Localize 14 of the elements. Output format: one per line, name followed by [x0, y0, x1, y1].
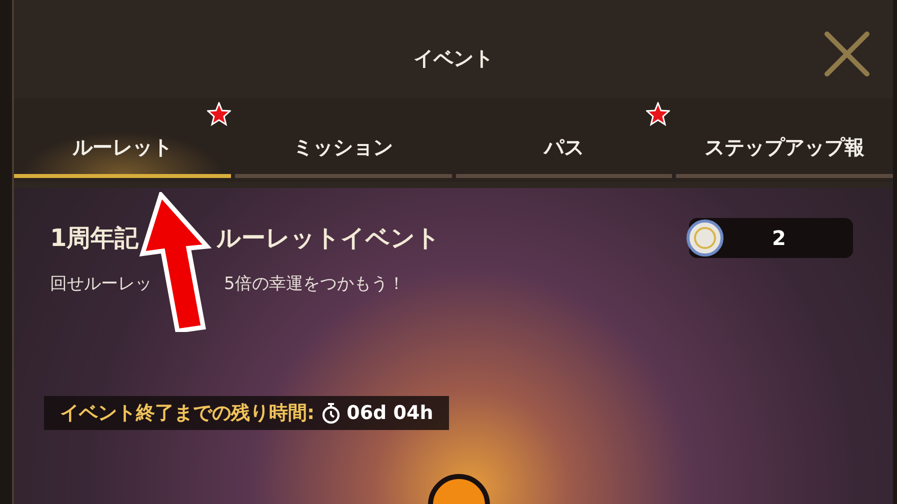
coin-counter: 2 [689, 218, 853, 258]
tab[interactable]: パス [456, 128, 672, 178]
tab[interactable]: ミッション [234, 128, 452, 178]
event-subtitle: 5倍の幸運をつかもう！ [224, 273, 405, 295]
close-icon[interactable] [823, 30, 871, 78]
event-title: 1周年記 [50, 223, 139, 254]
tab[interactable]: ステップアップ報 [676, 128, 893, 178]
timer-label: イベント終了までの残り時間: [60, 401, 315, 426]
timer-value: 06d 04h [346, 402, 434, 424]
event-subtitle: 回せルーレッ [50, 273, 152, 295]
event-title: ルーレットイベント [216, 223, 441, 254]
stopwatch-icon [320, 402, 341, 424]
coin-icon [685, 218, 725, 258]
dialog-title: イベント [414, 44, 494, 72]
